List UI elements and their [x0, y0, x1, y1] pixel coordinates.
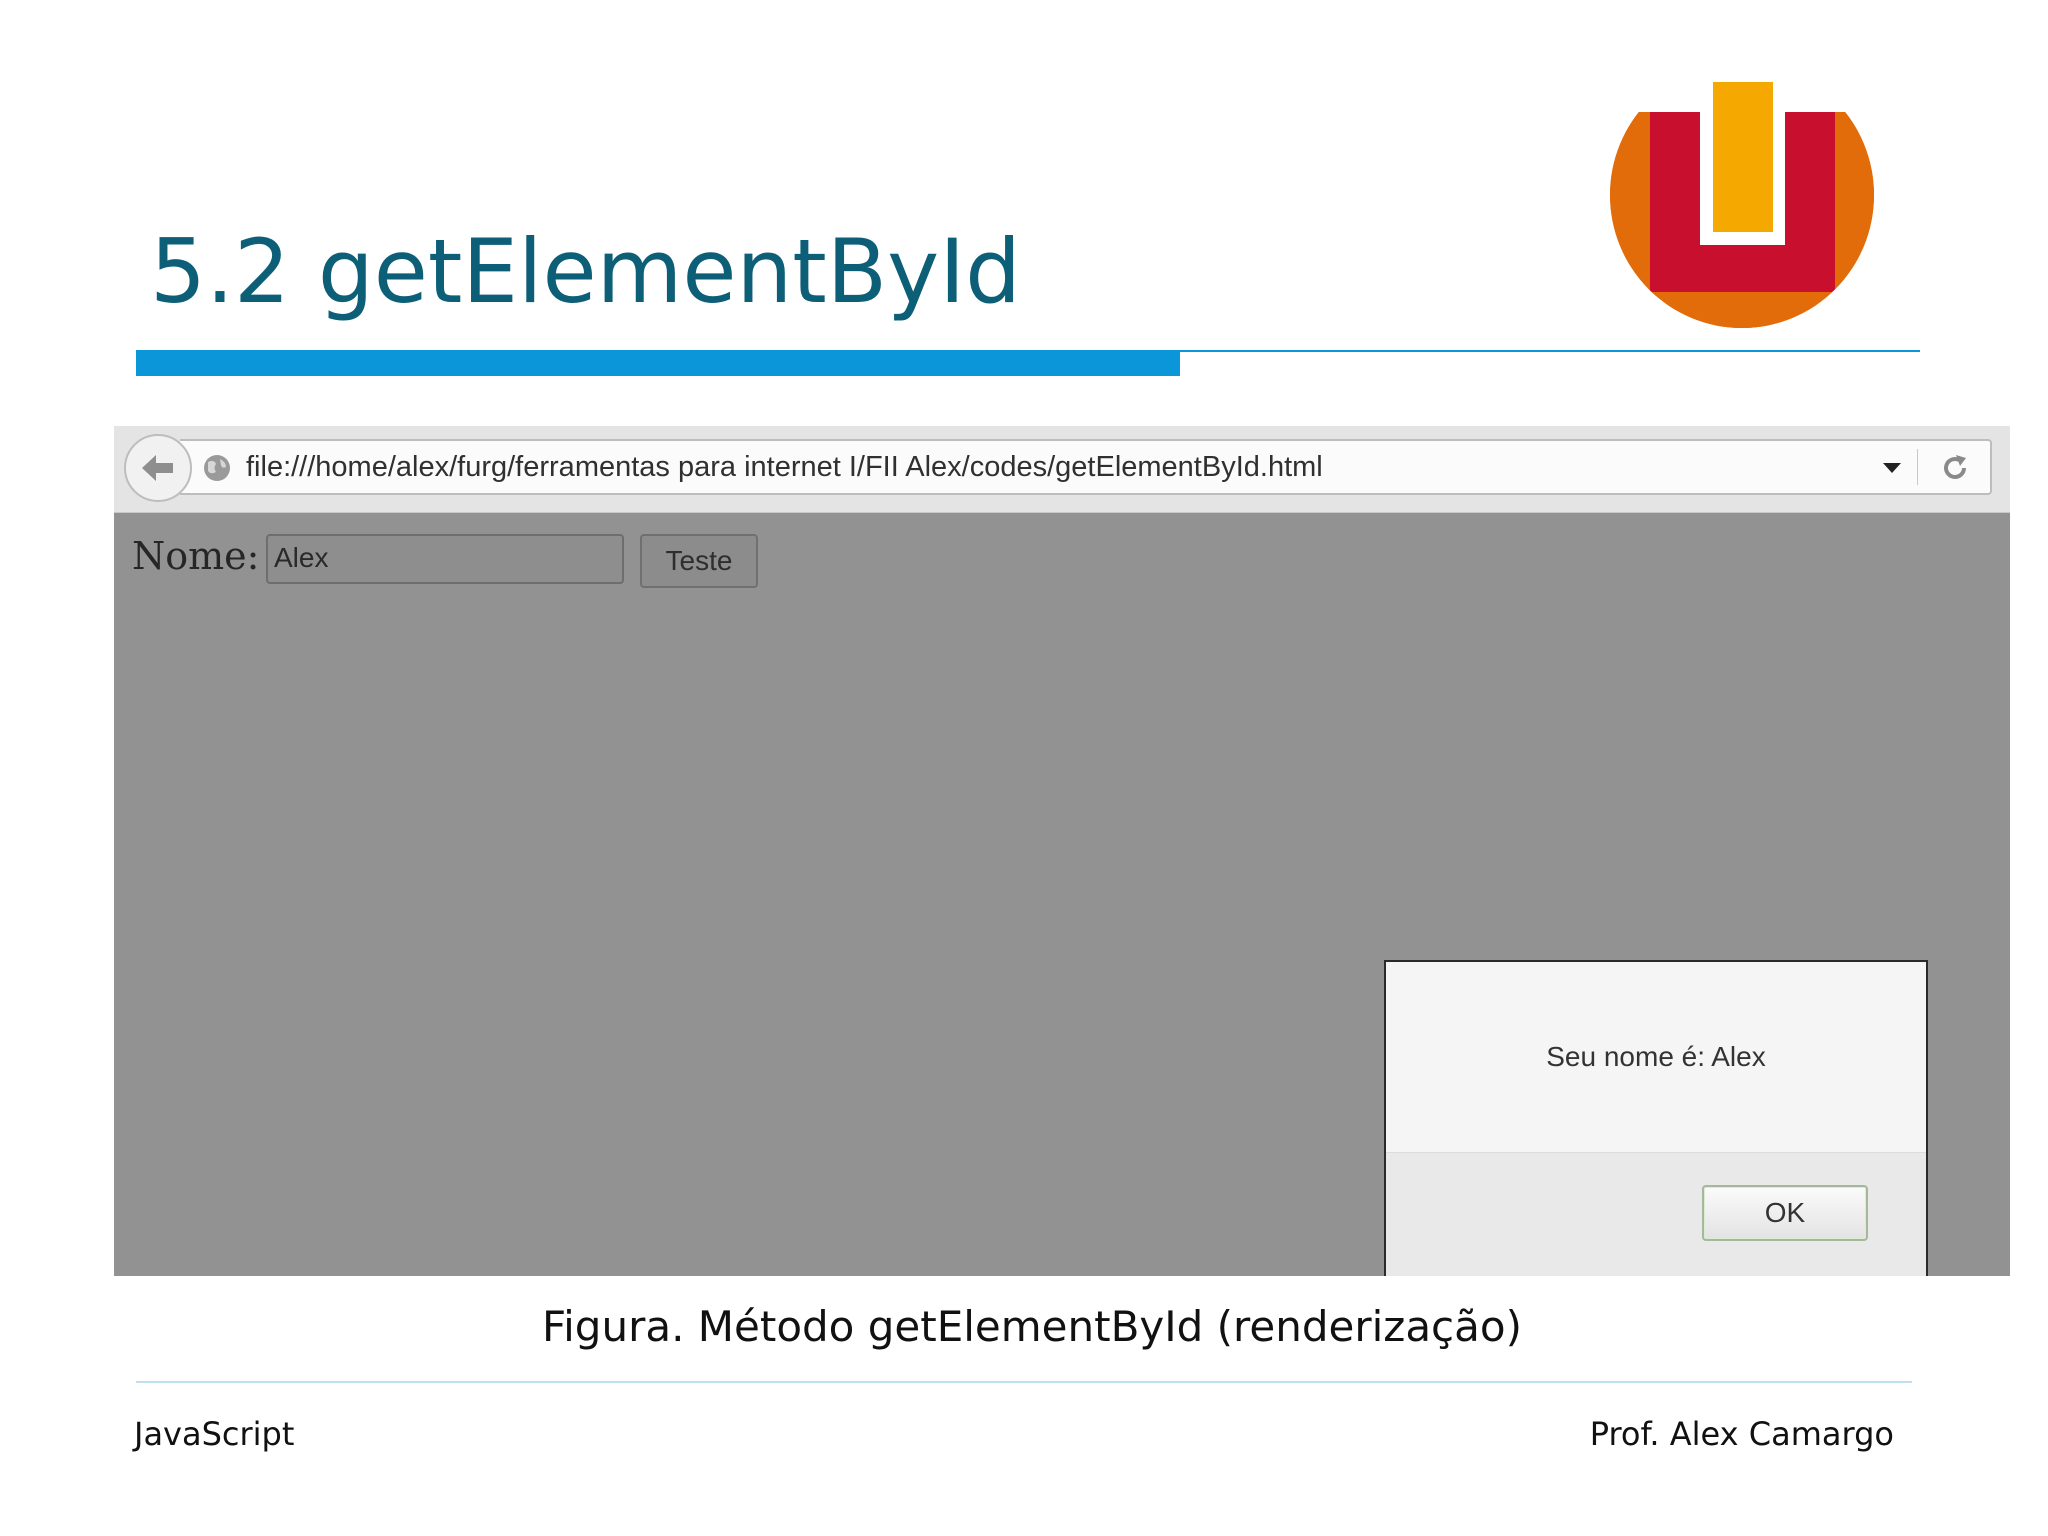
name-input[interactable]: Alex	[266, 534, 624, 584]
ok-button[interactable]: OK	[1702, 1185, 1868, 1241]
alert-dialog: Seu nome é: Alex OK	[1384, 960, 1928, 1276]
slide-title: 5.2 getElementById	[150, 220, 1022, 323]
dialog-message: Seu nome é: Alex	[1546, 1041, 1766, 1072]
university-logo	[1610, 60, 1875, 328]
footer-author: Prof. Alex Camargo	[1589, 1415, 1894, 1453]
dialog-footer: OK	[1386, 1152, 1926, 1276]
page-content: Nome: Alex Teste Seu nome é: Alex OK	[114, 512, 2010, 1276]
dialog-message-area: Seu nome é: Alex	[1386, 962, 1926, 1152]
url-bar[interactable]: file:///home/alex/furg/ferramentas para …	[180, 439, 1992, 495]
title-underline-thick	[136, 350, 1180, 376]
url-text[interactable]: file:///home/alex/furg/ferramentas para …	[246, 451, 1323, 484]
dropdown-arrow-icon[interactable]	[1880, 457, 1904, 477]
reload-icon[interactable]	[1938, 451, 1972, 485]
footer-divider	[136, 1381, 1912, 1383]
name-label: Nome:	[132, 534, 260, 578]
figure-caption: Figura. Método getElementById (renderiza…	[542, 1302, 1522, 1351]
footer-course: JavaScript	[134, 1415, 295, 1453]
browser-window: file:///home/alex/furg/ferramentas para …	[114, 426, 2010, 1276]
back-arrow-icon	[142, 455, 173, 481]
back-button[interactable]	[124, 434, 192, 502]
browser-toolbar: file:///home/alex/furg/ferramentas para …	[114, 426, 2010, 513]
title-underline-thin	[1180, 350, 1920, 352]
url-separator	[1917, 449, 1918, 485]
globe-icon	[204, 455, 230, 481]
teste-button[interactable]: Teste	[640, 534, 758, 588]
